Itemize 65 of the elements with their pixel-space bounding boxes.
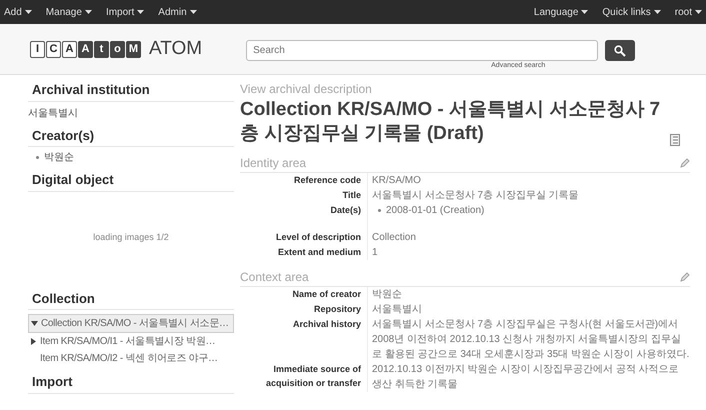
brand-name: ATOM	[149, 36, 202, 61]
menu-item[interactable]: Add	[4, 4, 32, 20]
logo-letter: t	[94, 40, 109, 58]
document-icon	[670, 134, 680, 146]
section-heading: Collection	[28, 288, 234, 310]
section-heading: Identity area	[240, 155, 306, 172]
search-field[interactable]: Search	[246, 40, 598, 62]
field-value: 1	[371, 246, 378, 260]
caret-icon	[581, 10, 588, 14]
menu-item[interactable]: Import	[106, 4, 144, 20]
tree-item[interactable]: Item KR/SA/MO/I2 - 넥센 히어로즈 야구…	[28, 350, 234, 367]
institution-name: 서울특별시	[28, 106, 79, 120]
field-label: Extent and medium	[240, 245, 368, 260]
section-heading: Context area	[240, 269, 309, 286]
field-value: 2012.10.13 이전까지 박원순 시장이 시장집무공간에서 공적 사적으로 생산 취득한 기록물	[371, 363, 680, 392]
field-label: Immediate source of acquisition or transfer	[240, 362, 368, 392]
caret-icon	[24, 10, 32, 14]
search-icon	[614, 44, 626, 57]
field-label: Name of creator	[240, 287, 368, 302]
field-label: Archival history	[240, 317, 368, 362]
field-value: Collection	[371, 231, 416, 245]
tree-item[interactable]: Collection KR/SA/MO - 서울특별시 서소문…	[28, 314, 234, 333]
section-heading: Digital object	[28, 169, 234, 192]
breadcrumb-text: View archival description	[240, 81, 373, 98]
field-label: Level of description	[240, 230, 368, 245]
logo-letter: A	[78, 40, 93, 58]
section-heading: Archival institution	[28, 79, 234, 102]
menu-item[interactable]: Language	[534, 4, 588, 20]
field-value: KR/SA/MO	[371, 174, 421, 188]
menu-item[interactable]: Admin	[158, 4, 197, 20]
logo-letter: C	[46, 40, 61, 58]
logo-letter: o	[110, 40, 125, 58]
page-title: Collection KR/SA/MO - 서울특별시 서소문청사 7층 시장집무실 기록물 (Draft)	[240, 98, 662, 146]
loading-status: loading images 1/2	[93, 230, 169, 244]
logo-letter: M	[126, 40, 141, 58]
expanded-icon[interactable]	[31, 320, 38, 327]
edit-icon[interactable]	[679, 272, 690, 284]
field-value: 서울특별시	[371, 303, 422, 317]
menu-item[interactable]: Manage	[46, 4, 92, 20]
caret-icon	[137, 10, 144, 14]
caret-icon	[190, 10, 197, 14]
caret-icon	[84, 10, 92, 14]
search-button[interactable]	[605, 40, 636, 62]
field-label: Date(s)	[240, 203, 368, 230]
caret-icon	[695, 10, 702, 14]
logo-letter: A	[62, 40, 77, 58]
field-value: 박원순	[371, 288, 402, 302]
creator-name: 박원순	[44, 151, 74, 165]
tree-item[interactable]: Item KR/SA/MO/I1 - 서울특별시장 박원…	[28, 333, 234, 350]
field-label: Repository	[240, 302, 368, 317]
field-value: 서울특별시 서소문청사 7층 시장집무실은 구청사(현 서울도서관)에서 2008년 이전하여 2012.10.13 신청사 개청까지 서울특별시장의 집무실로 활용된 공간으로 34대 오세훈시장과 35대 박원순 시장이 사용하였다.	[371, 318, 690, 362]
logo-letter: I	[30, 40, 45, 58]
field-label: Reference code	[240, 173, 368, 188]
edit-icon[interactable]	[679, 158, 690, 170]
field-value: 2008-01-01 (Creation)	[386, 204, 484, 218]
section-heading: Creator(s)	[28, 124, 234, 147]
menu-item[interactable]: root	[674, 4, 702, 20]
menu-item[interactable]: Quick links	[602, 4, 661, 20]
bullet-icon	[36, 156, 39, 159]
field-value: 서울특별시 서소문청사 7층 시장집무실 기록물	[371, 189, 579, 203]
section-heading: Import	[28, 371, 234, 394]
collapsed-icon[interactable]	[30, 338, 37, 345]
caret-icon	[654, 10, 661, 14]
field-label: Title	[240, 188, 368, 203]
bullet-icon	[378, 209, 381, 212]
